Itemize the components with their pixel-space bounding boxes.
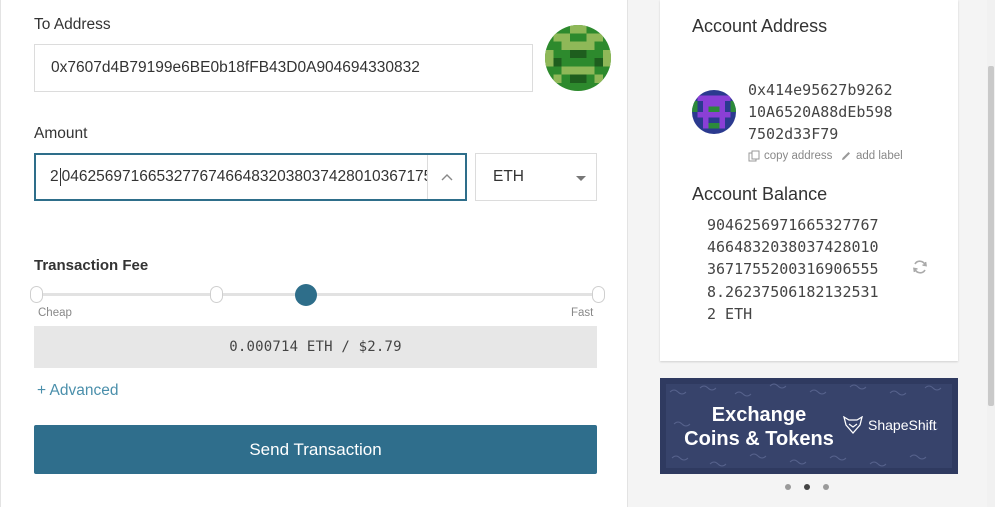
amount-value: 0462569716653277674664832038037428010367… [61, 168, 433, 185]
fee-summary: 0.000714 ETH / $2.79 [34, 326, 597, 368]
ad-brand-name: ShapeShift [868, 417, 937, 433]
copy-icon [748, 150, 760, 162]
account-identicon [692, 90, 736, 134]
fee-cheap-label: Cheap [38, 307, 72, 319]
send-ether-page: To Address 0x7607d4B79199e6BE0b18fFB43D0… [0, 0, 995, 507]
carousel-dot[interactable] [785, 484, 791, 490]
send-form-panel: To Address 0x7607d4B79199e6BE0b18fFB43D0… [0, 0, 628, 507]
fee-value: 0.000714 ETH / $2.79 [229, 339, 402, 355]
shapeshift-fox-icon [843, 416, 863, 434]
fee-slider-handle[interactable] [295, 284, 317, 306]
chevron-up-icon [441, 174, 452, 181]
fee-slider-step[interactable] [592, 286, 605, 303]
ad-title: Exchange Coins & Tokens [684, 404, 834, 450]
ad-brand: ShapeShift [843, 416, 937, 434]
ad-carousel-dots [785, 484, 829, 490]
advanced-toggle-link[interactable]: + Advanced [37, 382, 118, 400]
refresh-icon[interactable] [912, 259, 928, 275]
amount-value-prefix: 2 [50, 168, 59, 185]
amount-input[interactable]: 2 046256971665327767466483203803742801036… [34, 153, 467, 201]
send-transaction-button[interactable]: Send Transaction [34, 425, 597, 474]
currency-selected: ETH [493, 168, 524, 185]
to-address-input[interactable]: 0x7607d4B79199e6BE0b18fFB43D0A9046943308… [34, 44, 533, 92]
to-address-identicon [545, 25, 611, 91]
carousel-dot[interactable] [823, 484, 829, 490]
pencil-icon [842, 152, 850, 160]
fee-slider-step[interactable] [30, 286, 43, 303]
fee-slider-track[interactable] [37, 293, 599, 296]
copy-address-label: copy address [764, 150, 833, 162]
amount-label: Amount [34, 125, 88, 142]
exchange-ad-banner[interactable]: Exchange Coins & Tokens ShapeShift [660, 378, 958, 474]
add-label-link[interactable]: add label [840, 150, 903, 162]
account-balance-value: 9046256971665327767 4664832038037428010 … [707, 216, 879, 323]
caret-down-icon [576, 176, 586, 181]
transaction-fee-label: Transaction Fee [34, 257, 149, 274]
amount-spinner[interactable] [427, 155, 465, 199]
account-address-heading: Account Address [692, 16, 828, 36]
account-balance-heading: Account Balance [692, 184, 828, 204]
carousel-dot[interactable] [804, 484, 810, 490]
currency-select[interactable]: ETH [475, 153, 597, 201]
add-label-text: add label [856, 150, 903, 162]
account-address-value: 0x414e95627b9262 10A6520A88dEb598 7502d3… [748, 81, 893, 143]
text-caret [59, 168, 61, 186]
page-scrollbar[interactable] [987, 0, 995, 507]
to-address-label: To Address [34, 16, 111, 33]
to-address-value: 0x7607d4B79199e6BE0b18fFB43D0A9046943308… [51, 59, 420, 76]
fee-fast-label: Fast [571, 307, 594, 319]
scrollbar-thumb[interactable] [988, 66, 994, 406]
copy-address-link[interactable]: copy address [748, 150, 832, 162]
account-info-card: Account Address 0x414e95627b9262 10A6520… [660, 0, 958, 361]
fee-slider-step[interactable] [210, 286, 223, 303]
